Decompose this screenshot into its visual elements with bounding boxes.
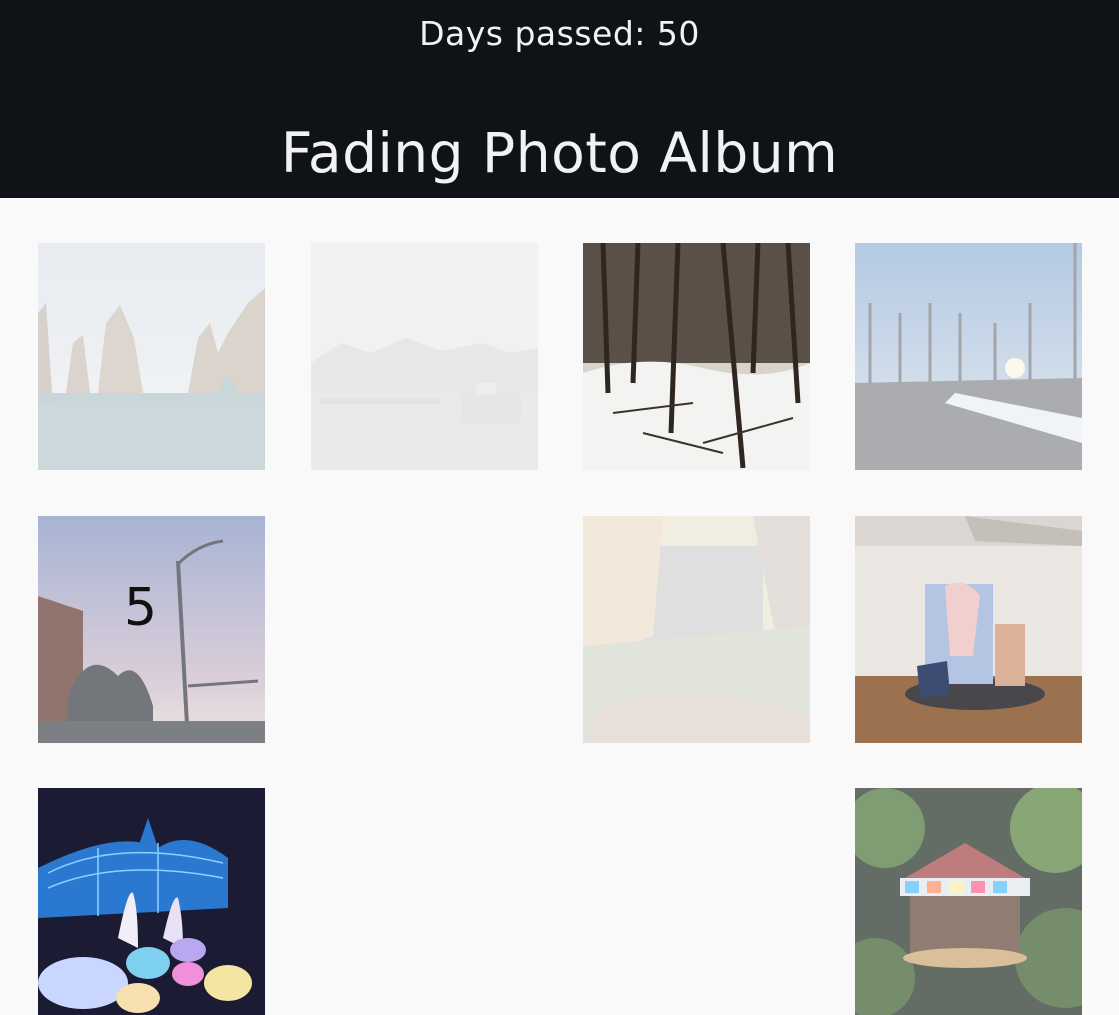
fade-veil — [38, 243, 265, 470]
fade-veil — [583, 516, 810, 743]
sea-arches-image — [38, 243, 265, 470]
harbor-mountains-photo[interactable] — [311, 243, 538, 470]
autumn-courtyard-image — [583, 516, 810, 743]
autumn-courtyard-photo[interactable] — [583, 516, 810, 743]
snowy-forest-photo[interactable] — [583, 243, 810, 470]
carousel-night-photo[interactable] — [855, 788, 1082, 1015]
sea-arches-photo[interactable] — [38, 243, 265, 470]
fade-veil — [855, 243, 1082, 470]
conservatory-lights-image — [38, 788, 265, 1015]
harbor-mountains-image — [311, 243, 538, 470]
fade-veil — [855, 788, 1082, 1015]
page-title: Fading Photo Album — [280, 121, 839, 185]
city-streetlight-photo[interactable]: 5 — [38, 516, 265, 743]
carousel-night-image — [855, 788, 1082, 1015]
photo-overlay-number: 5 — [124, 578, 158, 638]
gallery-sculpture-photo[interactable] — [855, 516, 1082, 743]
conservatory-lights-photo[interactable] — [38, 788, 265, 1015]
header-bar: Days passed: 50 Fading Photo Album — [0, 0, 1119, 198]
photo-grid: 5 — [0, 198, 1119, 1015]
snowy-forest-image — [583, 243, 810, 470]
gallery-sculpture-image — [855, 516, 1082, 743]
fade-veil — [311, 243, 538, 470]
winter-park-sunset-photo[interactable] — [855, 243, 1082, 470]
winter-park-sunset-image — [855, 243, 1082, 470]
days-passed-counter: Days passed: 50 — [419, 14, 700, 53]
fade-veil — [855, 516, 1082, 743]
